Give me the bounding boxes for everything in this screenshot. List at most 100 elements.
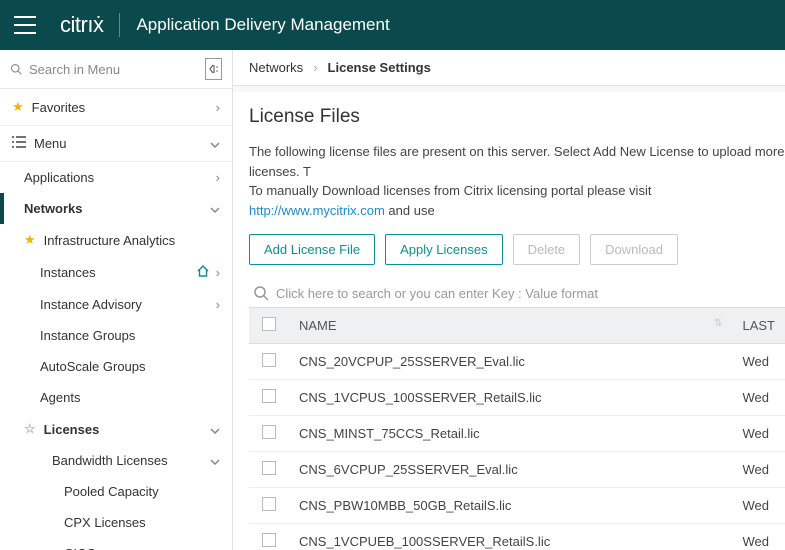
sidebar-item-infrastructure-analytics[interactable]: ★ Infrastructure Analytics [0,224,232,256]
row-checkbox-cell[interactable] [249,344,289,380]
sidebar-item-label: Instance Groups [40,328,135,343]
cell-name: CNS_1VCPUS_100SSERVER_RetailS.lic [289,380,732,416]
table-row[interactable]: CNS_1VCPUEB_100SSERVER_RetailS.licWed [249,524,785,550]
sidebar-search [0,50,232,89]
table-row[interactable]: CNS_1VCPUS_100SSERVER_RetailS.licWed [249,380,785,416]
hamburger-menu-icon[interactable] [14,16,42,34]
download-button[interactable]: Download [590,234,678,265]
search-icon [10,61,22,77]
sidebar-item-label: Infrastructure Analytics [44,233,176,248]
row-checkbox-cell[interactable] [249,452,289,488]
column-header-last[interactable]: LAST [732,308,785,344]
chevron-right-icon: › [216,297,220,312]
content-area: License Files The following license file… [233,92,785,550]
breadcrumb: Networks › License Settings [233,50,785,86]
sidebar-search-input[interactable] [29,62,205,77]
section-description: The following license files are present … [249,142,785,220]
sidebar-item-applications[interactable]: Applications › [0,162,232,193]
breadcrumb-parent[interactable]: Networks [249,60,303,75]
breadcrumb-current: License Settings [328,60,431,75]
checkbox-icon[interactable] [262,497,276,511]
sidebar-item-menu[interactable]: Menu [0,126,232,162]
sidebar-item-label: Favorites [32,100,85,115]
row-checkbox-cell[interactable] [249,380,289,416]
sidebar-item-label: Instance Advisory [40,297,142,312]
sidebar-item-label: Agents [40,390,80,405]
cell-last: Wed [732,524,785,550]
chevron-down-icon [210,453,220,468]
cell-name: CNS_PBW10MBB_50GB_RetailS.lic [289,488,732,524]
row-checkbox-cell[interactable] [249,416,289,452]
sidebar-item-label: Licenses [44,422,100,437]
checkbox-icon[interactable] [262,353,276,367]
sidebar-item-label: Menu [34,136,67,151]
chevron-right-icon: › [216,100,220,115]
checkbox-icon[interactable] [262,389,276,403]
cell-last: Wed [732,380,785,416]
collapse-sidebar-icon[interactable] [205,58,222,80]
cell-last: Wed [732,344,785,380]
sidebar-item-label: Networks [24,201,83,216]
table-search-row[interactable]: Click here to search or you can enter Ke… [249,279,785,307]
app-title: Application Delivery Management [136,15,389,35]
sidebar-item-instance-groups[interactable]: Instance Groups [0,320,232,351]
sidebar-item-licenses[interactable]: ☆ Licenses [0,413,232,445]
apply-licenses-button[interactable]: Apply Licenses [385,234,502,265]
sidebar-item-label: CPX Licenses [64,515,146,530]
sidebar-item-cpx-licenses[interactable]: CPX Licenses [0,507,232,538]
cell-name: CNS_6VCPUP_25SSERVER_Eval.lic [289,452,732,488]
sidebar-item-networks[interactable]: Networks [0,193,232,224]
column-header-name[interactable]: NAME⇅ [289,308,732,344]
section-title: License Files [249,106,785,128]
sidebar-item-favorites[interactable]: ★ Favorites › [0,89,232,126]
sidebar-item-label: AutoScale Groups [40,359,146,374]
home-icon [196,264,210,281]
select-all-header[interactable] [249,308,289,344]
table-row[interactable]: CNS_PBW10MBB_50GB_RetailS.licWed [249,488,785,524]
table-search-placeholder: Click here to search or you can enter Ke… [276,286,598,301]
mycitrix-link[interactable]: http://www.mycitrix.com [249,203,385,218]
sidebar-item-instance-advisory[interactable]: Instance Advisory › [0,289,232,320]
row-checkbox-cell[interactable] [249,488,289,524]
sidebar-item-bandwidth-licenses[interactable]: Bandwidth Licenses [0,445,232,476]
chevron-down-icon [210,136,220,151]
sidebar-nav: ★ Favorites › Menu Applications › Networ… [0,89,232,550]
cell-last: Wed [732,416,785,452]
license-files-table: NAME⇅ LAST CNS_20VCPUP_25SSERVER_Eval.li… [249,307,785,550]
sidebar-item-label: Applications [24,170,94,185]
sidebar-item-autoscale-groups[interactable]: AutoScale Groups [0,351,232,382]
header-divider [119,13,120,37]
table-row[interactable]: CNS_20VCPUP_25SSERVER_Eval.licWed [249,344,785,380]
main-panel: Networks › License Settings License File… [233,50,785,550]
checkbox-icon[interactable] [262,461,276,475]
star-icon: ★ [12,99,24,115]
app-header: citrıẋ Application Delivery Management [0,0,785,50]
sort-icon: ⇅ [714,318,722,329]
menu-list-icon [12,136,26,151]
sidebar-item-label: Instances [40,265,96,280]
chevron-right-icon: › [216,170,220,185]
brand-logo: citrıẋ [60,12,103,38]
checkbox-icon[interactable] [262,317,276,331]
cell-name: CNS_20VCPUP_25SSERVER_Eval.lic [289,344,732,380]
checkbox-icon[interactable] [262,425,276,439]
star-outline-icon: ☆ [24,421,36,437]
sidebar-item-pooled-capacity[interactable]: Pooled Capacity [0,476,232,507]
cell-name: CNS_1VCPUEB_100SSERVER_RetailS.lic [289,524,732,550]
sidebar: ★ Favorites › Menu Applications › Networ… [0,50,233,550]
table-row[interactable]: CNS_MINST_75CCS_Retail.licWed [249,416,785,452]
sidebar-item-agents[interactable]: Agents [0,382,232,413]
add-license-file-button[interactable]: Add License File [249,234,375,265]
chevron-down-icon [210,422,220,437]
chevron-right-icon: › [216,265,220,280]
delete-button[interactable]: Delete [513,234,581,265]
chevron-right-icon: › [313,60,317,75]
star-icon: ★ [24,232,36,248]
sidebar-item-instances[interactable]: Instances › [0,256,232,289]
search-icon [253,285,269,301]
table-row[interactable]: CNS_6VCPUP_25SSERVER_Eval.licWed [249,452,785,488]
checkbox-icon[interactable] [262,533,276,547]
row-checkbox-cell[interactable] [249,524,289,550]
sidebar-item-label: CICO [64,546,97,550]
sidebar-item-cico[interactable]: CICO [0,538,232,550]
